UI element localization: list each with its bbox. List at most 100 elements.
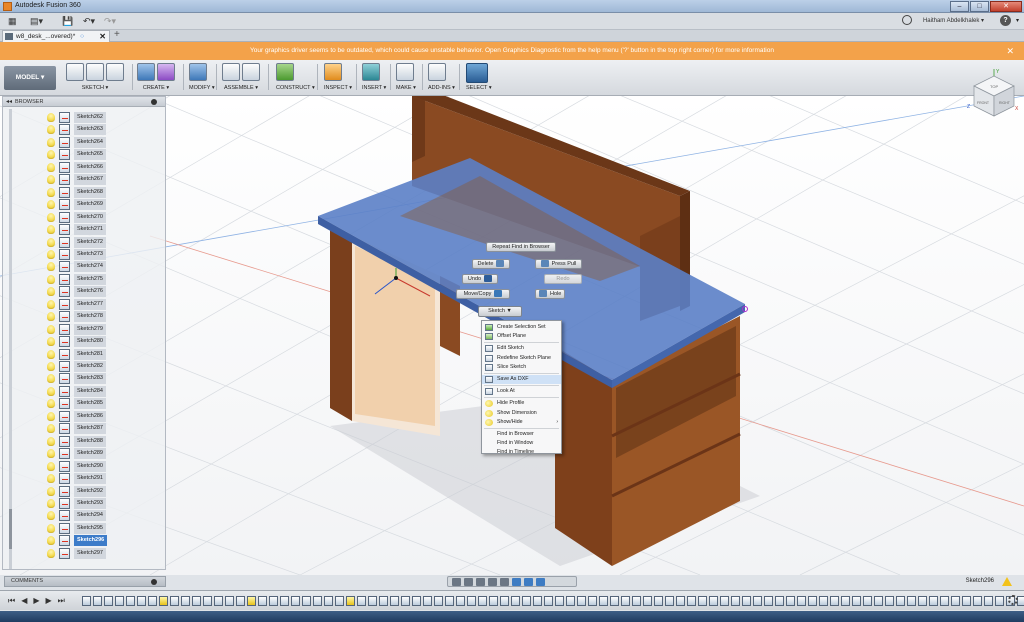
timeline-feature-icon[interactable] bbox=[368, 596, 377, 606]
make-group[interactable]: MAKE ▾ bbox=[396, 63, 416, 95]
inspect-menu-label[interactable]: INSPECT ▾ bbox=[324, 85, 352, 91]
timeline-feature-icon[interactable] bbox=[456, 596, 465, 606]
minimize-button[interactable]: – bbox=[950, 1, 969, 12]
tree-item-sketch[interactable]: Sketch294 bbox=[47, 510, 117, 522]
timeline-feature-icon[interactable] bbox=[225, 596, 234, 606]
visibility-lightbulb-icon[interactable] bbox=[47, 287, 55, 297]
viewports-icon[interactable] bbox=[536, 578, 545, 586]
visibility-lightbulb-icon[interactable] bbox=[47, 449, 55, 459]
tree-item-sketch[interactable]: Sketch280 bbox=[47, 336, 117, 348]
tree-item-sketch[interactable]: Sketch275 bbox=[47, 273, 117, 285]
new-component-icon[interactable] bbox=[222, 63, 240, 81]
timeline-feature-icon[interactable] bbox=[918, 596, 927, 606]
find-in-window-item[interactable]: Find in Window bbox=[482, 439, 561, 448]
timeline-feature-icon[interactable] bbox=[137, 596, 146, 606]
timeline-feature-icon[interactable] bbox=[467, 596, 476, 606]
timeline-feature-icon[interactable] bbox=[269, 596, 278, 606]
tree-item-sketch[interactable]: Sketch268 bbox=[47, 186, 117, 198]
timeline-feature-icon[interactable] bbox=[324, 596, 333, 606]
tree-item-sketch[interactable]: Sketch295 bbox=[47, 522, 117, 534]
tree-item-sketch[interactable]: Sketch270 bbox=[47, 211, 117, 223]
visibility-lightbulb-icon[interactable] bbox=[47, 113, 55, 122]
timeline-feature-icon[interactable] bbox=[500, 596, 509, 606]
visibility-lightbulb-icon[interactable] bbox=[47, 262, 55, 272]
timeline-feature-icon[interactable] bbox=[896, 596, 905, 606]
tree-item-sketch[interactable]: Sketch273 bbox=[47, 248, 117, 260]
timeline-feature-icon[interactable] bbox=[258, 596, 267, 606]
tree-item-sketch[interactable]: Sketch267 bbox=[47, 174, 117, 186]
browser-scrollbar[interactable] bbox=[9, 109, 12, 569]
warning-triangle-icon[interactable] bbox=[1002, 577, 1012, 586]
look-at-item[interactable]: Look At bbox=[482, 387, 561, 396]
visibility-lightbulb-icon[interactable] bbox=[47, 399, 55, 409]
create-group[interactable]: CREATE ▾ bbox=[137, 63, 175, 95]
timeline-feature-icon[interactable] bbox=[841, 596, 850, 606]
press-pull-icon[interactable] bbox=[189, 63, 207, 81]
visibility-lightbulb-icon[interactable] bbox=[47, 249, 55, 259]
visibility-lightbulb-icon[interactable] bbox=[47, 511, 55, 521]
insert-image-icon[interactable] bbox=[362, 63, 380, 81]
timeline-feature-icon[interactable] bbox=[1017, 596, 1024, 606]
sketch-group[interactable]: SKETCH ▾ bbox=[66, 63, 124, 95]
go-to-end-icon[interactable]: ⏭ bbox=[58, 596, 65, 606]
visibility-lightbulb-icon[interactable] bbox=[47, 548, 55, 558]
tree-item-sketch[interactable]: Sketch285 bbox=[47, 398, 117, 410]
timeline-feature-icon[interactable] bbox=[830, 596, 839, 606]
tree-item-sketch[interactable]: Sketch284 bbox=[47, 385, 117, 397]
timeline-feature-icon[interactable] bbox=[533, 596, 542, 606]
timeline-feature-icon[interactable] bbox=[577, 596, 586, 606]
timeline-feature-icon[interactable] bbox=[555, 596, 564, 606]
zoom-icon[interactable] bbox=[488, 578, 497, 586]
timeline-feature-icon[interactable] bbox=[687, 596, 696, 606]
tree-item-sketch[interactable]: Sketch283 bbox=[47, 373, 117, 385]
visibility-lightbulb-icon[interactable] bbox=[47, 411, 55, 421]
construct-group[interactable]: CONSTRUCT ▾ bbox=[276, 63, 315, 95]
timeline-feature-icon[interactable] bbox=[951, 596, 960, 606]
visibility-lightbulb-icon[interactable] bbox=[47, 274, 55, 284]
timeline-feature-icon[interactable] bbox=[753, 596, 762, 606]
visibility-lightbulb-icon[interactable] bbox=[47, 225, 55, 235]
timeline-feature-icon[interactable] bbox=[159, 596, 168, 606]
assemble-group[interactable]: ASSEMBLE ▾ bbox=[222, 63, 260, 95]
scroll-thumb[interactable] bbox=[9, 509, 12, 549]
tree-item-sketch[interactable]: Sketch282 bbox=[47, 361, 117, 372]
timeline-feature-icon[interactable] bbox=[676, 596, 685, 606]
display-settings-icon[interactable] bbox=[512, 578, 521, 586]
delete-button[interactable]: Delete bbox=[472, 259, 510, 269]
scripts-addins-icon[interactable] bbox=[428, 63, 446, 81]
data-panel-grid-icon[interactable]: ▦ bbox=[8, 16, 17, 27]
visibility-lightbulb-icon[interactable] bbox=[47, 200, 55, 210]
timeline-feature-icon[interactable] bbox=[522, 596, 531, 606]
help-icon[interactable]: ? bbox=[1000, 15, 1011, 26]
timeline-feature-icon[interactable] bbox=[478, 596, 487, 606]
slice-sketch-item[interactable]: Slice Sketch bbox=[482, 363, 561, 372]
visibility-lightbulb-icon[interactable] bbox=[47, 299, 55, 309]
visibility-lightbulb-icon[interactable] bbox=[47, 212, 55, 222]
pan-icon[interactable] bbox=[476, 578, 485, 586]
sketch-menu-label[interactable]: SKETCH ▾ bbox=[66, 85, 124, 91]
browser-header[interactable]: ◂◂ BROWSER bbox=[3, 97, 165, 107]
visibility-lightbulb-icon[interactable] bbox=[47, 523, 55, 533]
timeline-feature-icon[interactable] bbox=[995, 596, 1004, 606]
visibility-lightbulb-icon[interactable] bbox=[47, 150, 55, 160]
timeline-feature-icon[interactable] bbox=[819, 596, 828, 606]
offset-plane-item[interactable]: Offset Plane bbox=[482, 332, 561, 341]
timeline-feature-icon[interactable] bbox=[665, 596, 674, 606]
fit-icon[interactable] bbox=[500, 578, 509, 586]
timeline-feature-icon[interactable] bbox=[434, 596, 443, 606]
timeline-feature-icon[interactable] bbox=[863, 596, 872, 606]
visibility-lightbulb-icon[interactable] bbox=[47, 424, 55, 434]
show-dimension-item[interactable]: Show Dimension bbox=[482, 409, 561, 418]
play-icon[interactable]: ▶ bbox=[33, 596, 39, 606]
tree-item-sketch[interactable]: Sketch290 bbox=[47, 460, 117, 472]
timeline-feature-icon[interactable] bbox=[588, 596, 597, 606]
timeline-feature-icon[interactable] bbox=[731, 596, 740, 606]
timeline-feature-icon[interactable] bbox=[632, 596, 641, 606]
construct-menu-label[interactable]: CONSTRUCT ▾ bbox=[276, 85, 315, 91]
timeline-feature-icon[interactable] bbox=[698, 596, 707, 606]
3d-print-icon[interactable] bbox=[396, 63, 414, 81]
insert-menu-label[interactable]: INSERT ▾ bbox=[362, 85, 386, 91]
visibility-lightbulb-icon[interactable] bbox=[47, 386, 55, 396]
grid-settings-icon[interactable] bbox=[524, 578, 533, 586]
repeat-find-in-browser-button[interactable]: Repeat Find in Browser bbox=[486, 242, 556, 252]
